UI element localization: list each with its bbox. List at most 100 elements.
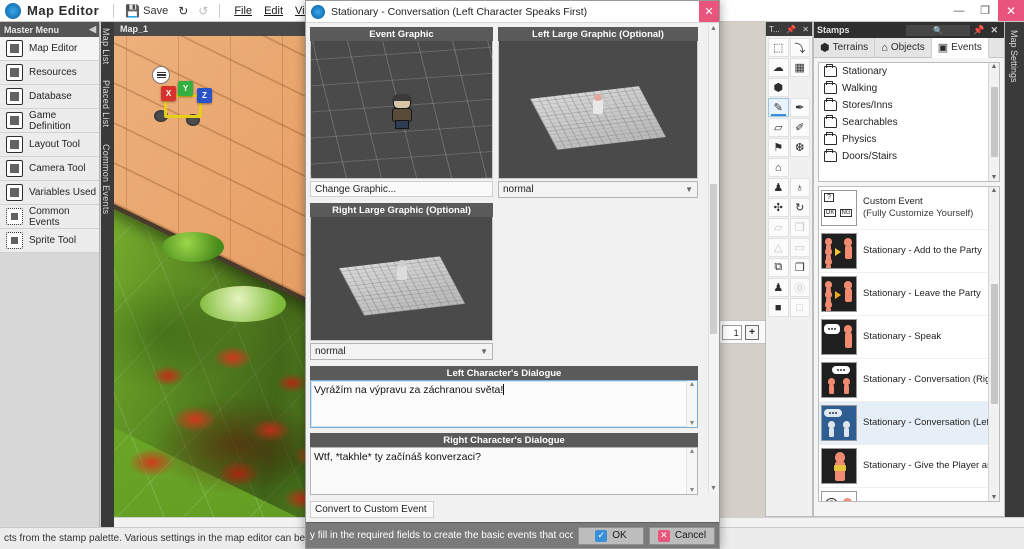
tab-events[interactable]: ▣ Events — [931, 38, 989, 58]
menu-file[interactable]: File — [234, 5, 252, 17]
dialog-title-bar[interactable]: Stationary - Conversation (Left Characte… — [306, 1, 719, 23]
scroll-thumb[interactable] — [990, 284, 998, 404]
paint-bucket-icon[interactable]: ⬢ — [768, 78, 789, 97]
side-tab-common-events[interactable]: Common Events — [101, 138, 111, 224]
scatter-icon[interactable]: ❆ — [789, 138, 810, 157]
pin-icon[interactable]: 📌 — [970, 25, 987, 36]
event-template-list[interactable]: ? OK NG Custom Event (Fully Customize Yourse… — [818, 186, 1000, 502]
sidebar-item-variables-used[interactable]: Variables Used — [0, 181, 99, 205]
folder-list-scrollbar[interactable]: ▲ ▼ — [988, 63, 999, 181]
plane-icon[interactable]: ▱ — [768, 218, 789, 237]
brush-icon[interactable]: ✒ — [789, 98, 810, 117]
scroll-up-icon[interactable]: ▲ — [991, 63, 998, 70]
folder-row[interactable]: Searchables — [819, 114, 999, 131]
dialog-close-button[interactable]: ✕ — [699, 1, 719, 22]
dialog-scrollbar[interactable]: ▲ ▼ — [708, 25, 718, 492]
folder-row[interactable]: Doors/Stairs — [819, 148, 999, 165]
stamp-icon[interactable]: ⚑ — [768, 138, 789, 157]
rotate-icon[interactable]: ↻ — [789, 198, 810, 217]
right-dialogue-scrollbar[interactable]: ▲ ▼ — [686, 448, 697, 494]
sidebar-item-database[interactable]: Database — [0, 85, 99, 109]
lasso-icon[interactable]: ⤵ — [789, 38, 810, 57]
save-button[interactable]: 💾 Save — [120, 2, 173, 20]
cancel-button[interactable]: ✕ Cancel — [649, 526, 715, 545]
tab-objects[interactable]: ⌂ Objects — [875, 38, 932, 57]
right-dialogue-input[interactable]: Wtf, *takhle* ty začínáš konverzaci? — [310, 447, 698, 495]
pencil-icon[interactable]: ✎ — [768, 98, 789, 117]
event-list-item[interactable]: Stationary - Leave the Party — [819, 273, 999, 316]
circle5-icon[interactable]: ⓪ — [789, 278, 810, 297]
event-list-item[interactable]: ? OK NG Custom Event (Fully Customize Yourse… — [819, 187, 999, 230]
scroll-thumb[interactable] — [990, 87, 998, 157]
eyedropper-icon[interactable]: ✐ — [789, 118, 810, 137]
npc-icon[interactable]: ♟ — [768, 278, 789, 297]
folder-row[interactable]: Physics — [819, 131, 999, 148]
cloud-select-icon[interactable]: ☁ — [768, 58, 789, 77]
marker-icon[interactable]: ♁ — [789, 178, 810, 197]
right-large-graphic-preview[interactable] — [310, 217, 493, 341]
scroll-thumb[interactable] — [710, 183, 717, 334]
house-icon[interactable]: ⌂ — [768, 158, 789, 177]
scroll-down-icon[interactable]: ▼ — [689, 420, 696, 427]
minimize-button[interactable]: — — [946, 0, 972, 21]
paste-icon[interactable]: ❐ — [789, 258, 810, 277]
copy-icon[interactable]: ⧉ — [768, 258, 789, 277]
lock-icon[interactable]: □ — [789, 298, 810, 317]
scroll-up-icon[interactable]: ▲ — [991, 187, 998, 194]
search-icon[interactable]: 🔍 — [906, 24, 971, 36]
event-list-item[interactable]: Stationary - Conversation (Left Cl — [819, 402, 999, 445]
event-folder-list[interactable]: Stationary Walking Stores/Inns Searchables P… — [818, 62, 1000, 182]
map-tab-map1[interactable]: Map_1 — [114, 22, 159, 36]
folder-row[interactable]: Stores/Inns — [819, 97, 999, 114]
close-button[interactable]: ✕ — [998, 0, 1024, 21]
left-large-graphic-preview[interactable] — [498, 41, 698, 179]
event-list-item[interactable]: ?Stationary - Question — [819, 488, 999, 501]
scroll-down-icon[interactable]: ▼ — [710, 485, 717, 492]
rect-icon[interactable]: ▭ — [789, 238, 810, 257]
event-list-scrollbar[interactable]: ▲ ▼ — [988, 187, 999, 501]
collapse-left-icon[interactable]: ◀ — [89, 24, 99, 35]
left-dialogue-input[interactable]: Vyrážím na výpravu za záchranou světa! — [310, 380, 698, 428]
select-rect-icon[interactable]: ⬚ — [768, 38, 789, 57]
map-transform-gizmo[interactable]: X Y Z — [152, 66, 222, 128]
side-tab-placed-list[interactable]: Placed List — [101, 74, 111, 137]
sidebar-item-layout-tool[interactable]: Layout Tool — [0, 133, 99, 157]
grid-select-icon[interactable]: ▦ — [789, 58, 810, 77]
right-graphic-mode-select[interactable]: normal ▼ — [310, 343, 493, 360]
gizmo-axis-x[interactable]: X — [161, 86, 176, 101]
scroll-down-icon[interactable]: ▼ — [689, 487, 696, 494]
redo-button[interactable]: ↻ — [173, 2, 193, 20]
folder-row[interactable]: Walking — [819, 80, 999, 97]
event-list-item[interactable]: Stationary - Speak — [819, 316, 999, 359]
map-settings-tab[interactable]: Map Settings — [1005, 22, 1024, 517]
pillar-icon[interactable]: ♟ — [768, 178, 789, 197]
sidebar-item-map-editor[interactable]: Map Editor — [0, 37, 99, 61]
triangle-icon[interactable]: △ — [768, 238, 789, 257]
convert-to-custom-event-button[interactable]: Convert to Custom Event — [310, 501, 434, 518]
layer-number-input[interactable]: 1 — [722, 324, 742, 340]
change-graphic-button[interactable]: Change Graphic... — [310, 181, 493, 197]
event-list-item[interactable]: Stationary - Give the Player an It — [819, 445, 999, 488]
restore-button[interactable]: ❐ — [972, 0, 998, 21]
sidebar-item-sprite-tool[interactable]: Sprite Tool — [0, 229, 99, 253]
tab-terrains[interactable]: ⬢ Terrains — [814, 38, 876, 57]
sidebar-item-game-definition[interactable]: Game Definition — [0, 109, 99, 133]
swatch-icon[interactable]: ■ — [768, 298, 789, 317]
ok-button[interactable]: ✓ OK — [578, 526, 644, 545]
add-layer-button[interactable]: + — [744, 324, 760, 340]
scroll-up-icon[interactable]: ▲ — [710, 25, 717, 32]
gizmo-axis-z[interactable]: Z — [197, 88, 212, 103]
left-graphic-mode-select[interactable]: normal ▼ — [498, 181, 698, 198]
gizmo-menu-icon[interactable] — [152, 66, 170, 84]
folder-row[interactable]: Stationary — [819, 63, 999, 80]
menu-edit[interactable]: Edit — [264, 5, 283, 17]
scroll-down-icon[interactable]: ▼ — [991, 494, 998, 501]
sidebar-item-common-events[interactable]: Common Events — [0, 205, 99, 229]
left-dialogue-scrollbar[interactable]: ▲ ▼ — [686, 381, 697, 427]
sidebar-item-resources[interactable]: Resources — [0, 61, 99, 85]
sidebar-item-camera-tool[interactable]: Camera Tool — [0, 157, 99, 181]
event-list-item[interactable]: Stationary - Conversation (Right — [819, 359, 999, 402]
pin-icon[interactable]: 📌 — [786, 25, 796, 34]
eraser-icon[interactable]: ▱ — [768, 118, 789, 137]
scroll-up-icon[interactable]: ▲ — [689, 381, 696, 388]
